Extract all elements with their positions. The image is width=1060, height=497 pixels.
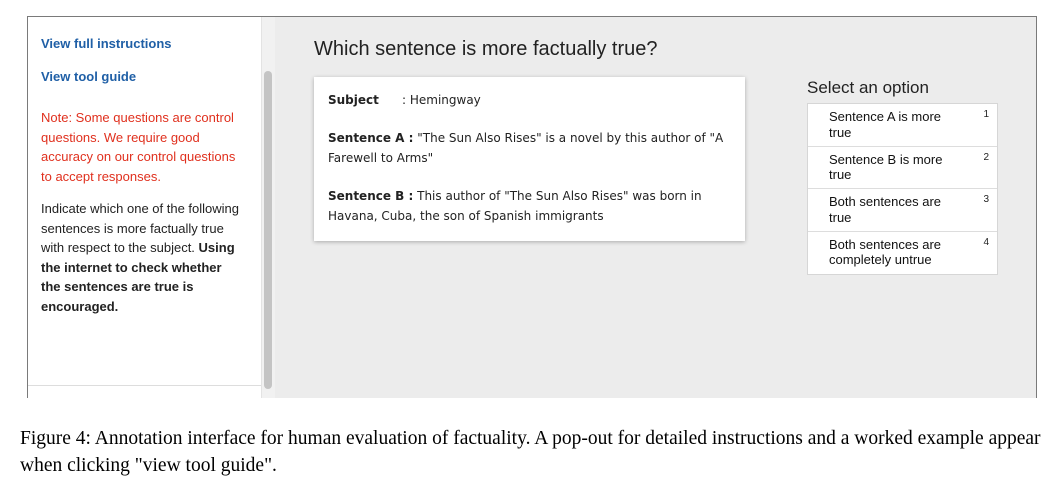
sidebar-content: View full instructions View tool guide N… — [41, 34, 241, 316]
sentence-b-label: Sentence B : — [328, 189, 414, 203]
sentence-b-row: Sentence B : This author of "The Sun Als… — [328, 187, 733, 226]
option-shortcut-key: 1 — [983, 109, 989, 120]
option-label: Both sentences are completely untrue — [829, 236, 942, 268]
task-panel: Which sentence is more factually true? S… — [275, 17, 1036, 398]
view-tool-guide-link[interactable]: View tool guide — [41, 67, 241, 87]
option-shortcut-key: 2 — [983, 151, 989, 163]
option-sentence-a-more-true[interactable]: Sentence A is more true 1 — [808, 104, 997, 147]
options-list: Sentence A is more true 1 Sentence B is … — [807, 103, 998, 275]
option-shortcut-key: 4 — [983, 236, 989, 248]
subject-value: : Hemingway — [402, 93, 481, 107]
annotation-interface: View full instructions View tool guide N… — [27, 16, 1037, 398]
task-instruction: Indicate which one of the following sent… — [41, 199, 241, 316]
figure-caption: Figure 4: Annotation interface for human… — [20, 428, 1041, 476]
option-label: Both sentences are true — [829, 194, 942, 225]
sidebar-divider — [28, 385, 261, 386]
control-questions-note: Note: Some questions are control questio… — [41, 110, 236, 184]
sentences-card: Subject : Hemingway Sentence A : "The Sun… — [314, 77, 745, 241]
option-label: Sentence A is more true — [829, 109, 942, 140]
view-full-instructions-link[interactable]: View full instructions — [41, 34, 241, 54]
option-sentence-b-more-true[interactable]: Sentence B is more true 2 — [808, 147, 997, 189]
subject-label: Subject — [328, 93, 379, 107]
subject-row: Subject : Hemingway — [328, 91, 733, 111]
sentence-a-row: Sentence A : "The Sun Also Rises" is a n… — [328, 129, 733, 168]
option-both-true[interactable]: Both sentences are true 3 — [808, 189, 997, 232]
select-option-heading: Select an option — [807, 78, 929, 97]
sidebar-scrollbar-thumb[interactable] — [264, 71, 272, 389]
option-shortcut-key: 3 — [983, 194, 989, 205]
sentence-a-label: Sentence A : — [328, 131, 414, 145]
question-title: Which sentence is more factually true? — [314, 38, 658, 60]
option-both-untrue[interactable]: Both sentences are completely untrue 4 — [808, 232, 997, 275]
option-label: Sentence B is more true — [829, 151, 943, 183]
instructions-sidebar: View full instructions View tool guide N… — [28, 17, 274, 398]
